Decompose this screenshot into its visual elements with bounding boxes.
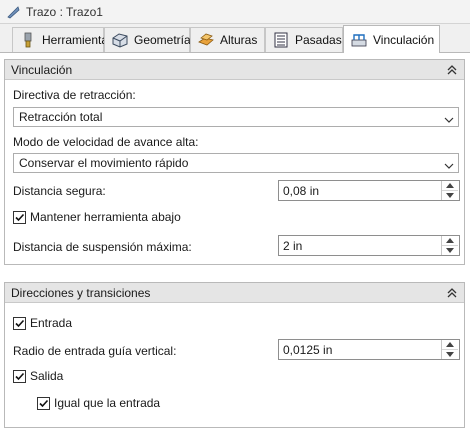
feed-mode-label: Modo de velocidad de avance alta: [13, 135, 199, 149]
linking-icon [350, 32, 368, 48]
entry-checkbox[interactable] [13, 316, 26, 330]
tool-icon [19, 32, 37, 48]
trace-icon [6, 5, 20, 19]
chevron-down-icon [444, 159, 454, 169]
tab-vinculacion[interactable]: Vinculación [343, 25, 440, 53]
stay-down-distance-input[interactable]: 2 in [278, 235, 460, 256]
panel-transiciones: Direcciones y transiciones Entrada Radio… [4, 282, 465, 428]
spin-down-icon[interactable] [442, 350, 458, 359]
tab-alturas[interactable]: Alturas [190, 27, 265, 52]
safe-distance-label: Distancia segura: [13, 184, 106, 198]
geometry-icon [111, 32, 129, 48]
collapse-icon[interactable] [446, 64, 458, 76]
entry-option[interactable]: Entrada [13, 316, 72, 330]
spinner [441, 236, 459, 255]
heights-icon [197, 32, 215, 48]
entry-radius-input[interactable]: 0,0125 in [278, 339, 460, 360]
entry-radius-label: Radio de entrada guía vertical: [13, 344, 177, 358]
keep-tool-down-checkbox[interactable] [13, 210, 26, 224]
spin-up-icon[interactable] [442, 340, 458, 350]
window-titlebar: Trazo : Trazo1 [0, 0, 470, 24]
chevron-down-icon [444, 113, 454, 123]
same-as-entry-checkbox[interactable] [37, 396, 50, 410]
exit-option[interactable]: Salida [13, 369, 63, 383]
collapse-icon[interactable] [446, 287, 458, 299]
tab-pasadas[interactable]: Pasadas [265, 27, 343, 52]
safe-distance-input[interactable]: 0,08 in [278, 180, 460, 201]
retract-label: Directiva de retracción: [13, 88, 136, 102]
spinner [441, 340, 459, 359]
keep-tool-down-option[interactable]: Mantener herramienta abajo [13, 210, 181, 224]
tab-geometria[interactable]: Geometría [104, 27, 191, 52]
feed-mode-select[interactable]: Conservar el movimiento rápido [13, 153, 459, 173]
exit-checkbox[interactable] [13, 369, 26, 383]
same-as-entry-option[interactable]: Igual que la entrada [37, 396, 160, 410]
passes-icon [272, 32, 290, 48]
panel-vinculacion: Vinculación Directiva de retracción: Ret… [4, 59, 465, 265]
spinner [441, 181, 459, 200]
retract-policy-select[interactable]: Retracción total [13, 107, 459, 127]
tab-herramienta[interactable]: Herramienta [12, 27, 108, 52]
spin-up-icon[interactable] [442, 181, 458, 191]
stay-down-label: Distancia de suspensión máxima: [13, 240, 192, 254]
window-title: Trazo : Trazo1 [26, 4, 103, 19]
tab-bar: Herramienta Geometría Alturas Pasadas Vi… [0, 24, 470, 53]
spin-up-icon[interactable] [442, 236, 458, 246]
panel-header-transiciones[interactable]: Direcciones y transiciones [5, 283, 464, 303]
spin-down-icon[interactable] [442, 246, 458, 255]
panel-header-vinculacion[interactable]: Vinculación [5, 60, 464, 80]
spin-down-icon[interactable] [442, 191, 458, 200]
